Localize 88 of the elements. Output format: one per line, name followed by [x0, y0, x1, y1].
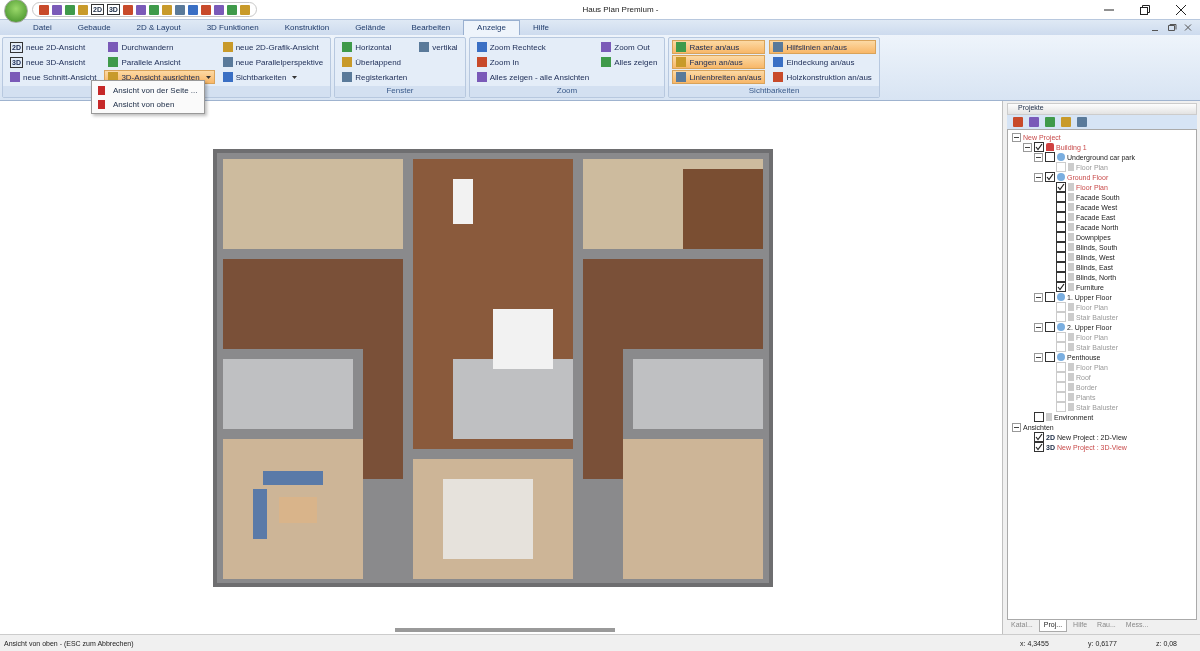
toolbar-icon[interactable]: [174, 4, 185, 15]
ribbon-tab[interactable]: Hilfe: [520, 21, 563, 35]
ribbon-tab[interactable]: Gebaude: [64, 21, 124, 35]
ribbon-tab[interactable]: 3D Funktionen: [193, 21, 272, 35]
toolbar-icon[interactable]: [213, 4, 224, 15]
checkbox[interactable]: [1056, 182, 1066, 192]
toolbar-icon[interactable]: [52, 4, 62, 15]
ribbon-tab[interactable]: Bearbeiten: [398, 21, 464, 35]
ribbon-button[interactable]: vertikal: [415, 40, 462, 54]
ribbon-button[interactable]: Zoom Out: [597, 40, 662, 54]
page-icon: [1068, 163, 1074, 171]
restore-icon[interactable]: [1140, 4, 1150, 15]
collapse-icon[interactable]: [1012, 422, 1021, 432]
checkbox[interactable]: [1045, 352, 1055, 362]
group-label: Sichtbarkeiten: [748, 86, 800, 95]
collapse-icon[interactable]: [1034, 292, 1043, 302]
checkbox[interactable]: [1034, 442, 1044, 452]
checkbox[interactable]: [1056, 262, 1066, 272]
toolbar-icon[interactable]: [200, 4, 211, 15]
toolbar-icon[interactable]: [65, 4, 75, 15]
checkbox[interactable]: [1056, 222, 1066, 232]
house-icon: [1046, 143, 1054, 151]
toolbar-icon[interactable]: [122, 4, 133, 15]
ribbon-button[interactable]: Sichtbarkeiten: [218, 70, 328, 84]
toolbar-icon[interactable]: [78, 4, 88, 15]
ribbon-tab[interactable]: Konstruktion: [271, 21, 343, 35]
ribbon-button[interactable]: Alles zeigen: [597, 55, 662, 69]
checkbox[interactable]: [1056, 252, 1066, 262]
checkbox[interactable]: [1034, 412, 1044, 422]
ribbon-button[interactable]: Durchwandern: [104, 40, 215, 54]
collapse-icon[interactable]: [1023, 142, 1032, 152]
menu-item[interactable]: Ansicht von der Seite ...: [92, 83, 204, 97]
toolbar-icon[interactable]: [135, 4, 146, 15]
collapse-icon[interactable]: [1034, 152, 1043, 162]
collapse-icon[interactable]: [1034, 322, 1043, 332]
caret-icon: [292, 75, 298, 79]
ribbon-button[interactable]: Horizontal: [338, 40, 412, 54]
collapse-icon[interactable]: [1034, 352, 1043, 362]
ribbon-button[interactable]: Hilfslinien an/aus: [769, 40, 876, 54]
checkbox[interactable]: [1056, 242, 1066, 252]
ribbon-button[interactable]: Holzkonstruktion an/aus: [769, 70, 876, 84]
checkbox[interactable]: [1056, 272, 1066, 282]
toolbar-icon[interactable]: [161, 4, 172, 15]
scroll-handle[interactable]: [395, 628, 615, 632]
menu-item[interactable]: Ansicht von oben: [92, 97, 204, 111]
ribbon-button[interactable]: Fangen an/aus: [672, 55, 766, 69]
toolbar-icon[interactable]: [226, 4, 237, 15]
group-label: Zoom: [556, 86, 578, 95]
caret-icon: [205, 75, 211, 79]
toolbar-icon[interactable]: [187, 4, 198, 15]
close-icon[interactable]: [1176, 4, 1186, 15]
ribbon-button[interactable]: neue Parallelperspektive: [218, 55, 328, 69]
checkbox[interactable]: [1045, 322, 1055, 332]
ribbon-button[interactable]: Überlappend: [338, 55, 412, 69]
toolbar-icon[interactable]: [148, 4, 159, 15]
ribbon-button[interactable]: Parallele Ansicht: [104, 55, 215, 69]
checkbox[interactable]: [1034, 432, 1044, 442]
ribbon-tab[interactable]: Anzeige: [463, 20, 520, 35]
ribbon-tab[interactable]: Datei: [20, 21, 65, 35]
group-label: Fenster: [386, 86, 414, 95]
ribbon-tab[interactable]: 2D & Layout: [123, 21, 194, 35]
collapse-icon[interactable]: [1034, 172, 1043, 182]
page-icon: [1046, 413, 1052, 421]
ribbon-button[interactable]: neue 2D-Grafik-Ansicht: [218, 40, 328, 54]
window-controls-icon[interactable]: [1152, 24, 1192, 31]
application-menu-button[interactable]: [4, 0, 28, 23]
checkbox[interactable]: [1045, 172, 1055, 182]
ribbon-button[interactable]: Zoom Rechteck: [472, 40, 594, 54]
checkbox[interactable]: [1056, 202, 1066, 212]
ribbon-button[interactable]: Registerkarten: [338, 70, 412, 84]
checkbox[interactable]: [1056, 212, 1066, 222]
toolbar-icon[interactable]: [239, 4, 250, 15]
ribbon-button[interactable]: Linienbreiten an/aus: [672, 70, 766, 84]
ribbon-button[interactable]: Raster an/aus: [672, 40, 766, 54]
checkbox[interactable]: [1056, 282, 1066, 292]
checkbox[interactable]: [1034, 142, 1044, 152]
ribbon-button[interactable]: Eindeckung an/aus: [769, 55, 876, 69]
ribbon-button[interactable]: Alles zeigen - alle Ansichten: [472, 70, 594, 84]
collapse-icon[interactable]: [1012, 132, 1021, 142]
checkbox[interactable]: [1056, 232, 1066, 242]
checkbox[interactable]: [1056, 192, 1066, 202]
ribbon-button[interactable]: neue Schnitt-Ansicht: [6, 70, 101, 84]
checkbox[interactable]: [1045, 152, 1055, 162]
window-title: Haus Plan Premium -: [582, 5, 660, 14]
ribbon-tab[interactable]: Gelände: [342, 21, 399, 35]
checkbox[interactable]: [1045, 292, 1055, 302]
ribbon-button[interactable]: Zoom In: [472, 55, 594, 69]
toolbar-icon[interactable]: [39, 4, 49, 15]
